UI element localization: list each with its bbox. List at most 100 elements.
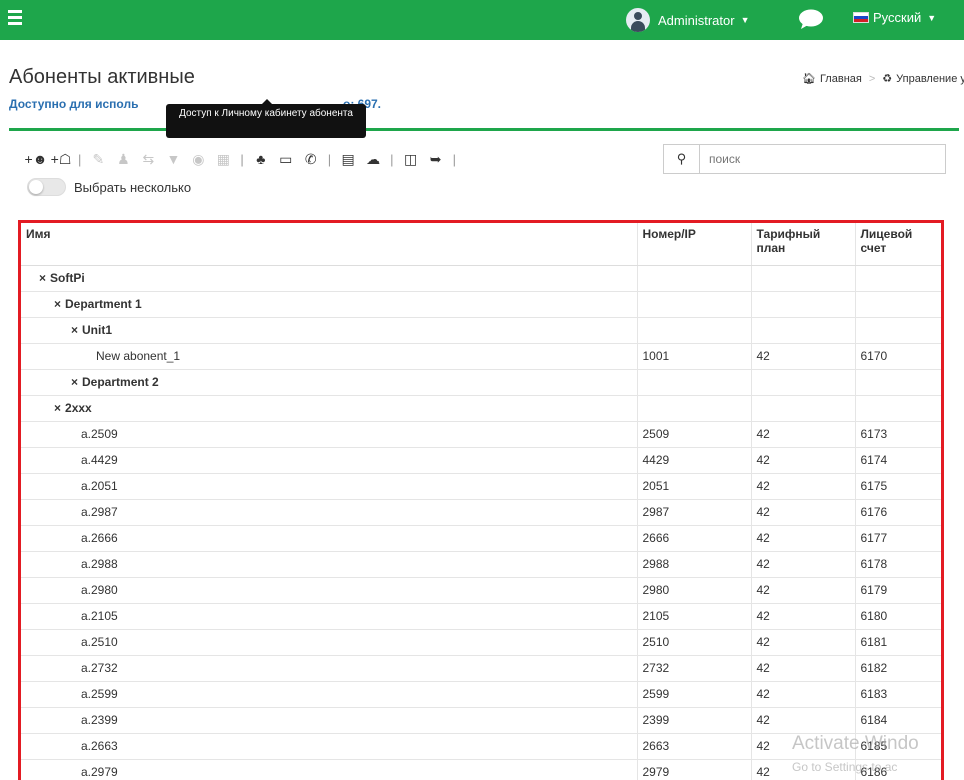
cell-account: 6180 xyxy=(855,603,941,630)
table-row[interactable]: a.2732 2732 42 6182 xyxy=(21,655,941,682)
add-group-icon[interactable]: +☖ xyxy=(51,151,72,167)
cell-number: 2988 xyxy=(637,551,752,578)
multi-select-toggle[interactable] xyxy=(27,178,66,196)
cell-account: 6179 xyxy=(855,577,941,604)
name-cell: a.4429 xyxy=(21,447,638,474)
file-icon[interactable]: ▤ xyxy=(340,151,356,167)
available-count-text: Доступно для исполь o: 697. xyxy=(9,97,381,111)
cell-tariff: 42 xyxy=(751,525,856,552)
table-row[interactable]: a.2105 2105 42 6180 xyxy=(21,603,941,630)
name-cell: a.2980 xyxy=(21,577,638,604)
add-user-icon[interactable]: +☻ xyxy=(25,151,48,167)
language-menu[interactable]: Русский ▼ xyxy=(853,10,936,25)
table-row[interactable]: a.2666 2666 42 6177 xyxy=(21,525,941,552)
globe-icon[interactable]: ◉ xyxy=(190,151,206,167)
table-row[interactable]: × Department 1 xyxy=(21,291,941,318)
cell-number: 2987 xyxy=(637,499,752,526)
cell-account xyxy=(855,291,941,318)
column-header-account[interactable]: Лицевой счет xyxy=(855,223,941,266)
user-name: Administrator xyxy=(658,12,735,28)
column-header-name[interactable]: Имя xyxy=(21,223,638,266)
user-menu[interactable]: Administrator ▼ xyxy=(626,8,750,32)
search-icon[interactable]: ⚲ xyxy=(664,145,700,173)
breadcrumb-home[interactable]: Главная xyxy=(820,73,862,85)
breadcrumb: 🏠︎ Главная > ♻ Управление узлами > xyxy=(802,72,964,86)
edit-icon[interactable]: ✎ xyxy=(90,151,106,167)
cell-tariff: 42 xyxy=(751,343,856,370)
row-name: a.2988 xyxy=(81,557,118,571)
table-row[interactable]: a.2399 2399 42 6184 xyxy=(21,707,941,734)
table-row[interactable]: × SoftPi xyxy=(21,265,941,292)
nodes-icon: ♻ xyxy=(882,73,893,85)
row-name: a.2051 xyxy=(81,479,118,493)
table-row[interactable]: a.2509 2509 42 6173 xyxy=(21,421,941,448)
cell-tariff: 42 xyxy=(751,421,856,448)
cell-tariff xyxy=(751,291,856,318)
row-name: New abonent_1 xyxy=(96,349,181,363)
cell-account: 6170 xyxy=(855,343,941,370)
cell-account: 6184 xyxy=(855,707,941,734)
table-row[interactable]: a.2599 2599 42 6183 xyxy=(21,681,941,708)
row-name: a.2509 xyxy=(81,427,118,441)
cell-tariff: 42 xyxy=(751,447,856,474)
cell-account: 6178 xyxy=(855,551,941,578)
monitor-icon[interactable]: ▭ xyxy=(278,151,294,167)
table-row[interactable]: a.2051 2051 42 6175 xyxy=(21,473,941,500)
table-row[interactable]: a.2980 2980 42 6179 xyxy=(21,577,941,604)
collapse-icon[interactable]: × xyxy=(39,271,46,285)
toolbar: +☻ +☖ | ✎ ♟ ⇆ ▼ ◉ ▦ | ♣ ▭ ✆ | ▤ ☁ | ◫ ➥ … xyxy=(25,148,456,170)
cell-account: 6173 xyxy=(855,421,941,448)
name-cell: a.2105 xyxy=(21,603,638,630)
group-icon[interactable]: ♣ xyxy=(253,151,269,167)
menu-toggle-icon[interactable] xyxy=(8,10,22,28)
cell-number xyxy=(637,369,752,396)
multi-select-label: Выбрать несколько xyxy=(74,179,192,195)
cell-tariff xyxy=(751,317,856,344)
cell-number: 2599 xyxy=(637,681,752,708)
trash-icon[interactable]: ▦ xyxy=(215,151,231,167)
table-row[interactable]: New abonent_1 1001 42 6170 xyxy=(21,343,941,370)
avatar xyxy=(626,8,650,32)
search-input[interactable] xyxy=(701,145,945,173)
column-header-number[interactable]: Номер/IP xyxy=(637,223,752,266)
cell-tariff: 42 xyxy=(751,603,856,630)
row-name: a.2732 xyxy=(81,661,118,675)
cell-tariff: 42 xyxy=(751,551,856,578)
russian-flag-icon xyxy=(853,12,869,23)
breadcrumb-nodes[interactable]: Управление узлами xyxy=(896,73,964,85)
cell-tariff: 42 xyxy=(751,473,856,500)
user-settings-icon[interactable]: ♟ xyxy=(115,151,131,167)
table-row[interactable]: × Unit1 xyxy=(21,317,941,344)
home-icon: 🏠︎ xyxy=(802,73,816,85)
filter-off-icon[interactable]: ▼ xyxy=(165,151,181,167)
transfer-icon[interactable]: ⇆ xyxy=(140,151,156,167)
row-name: a.2666 xyxy=(81,531,118,545)
cell-number xyxy=(637,317,752,344)
cell-number xyxy=(637,395,752,422)
columns-icon[interactable]: ◫ xyxy=(403,151,419,167)
abonents-table-frame: Имя Номер/IP Тарифный план Лицевой счет … xyxy=(18,220,944,780)
table-row[interactable]: × Department 2 xyxy=(21,369,941,396)
row-name: Unit1 xyxy=(82,323,113,337)
toolbar-separator: | xyxy=(327,151,332,167)
table-row[interactable]: a.4429 4429 42 6174 xyxy=(21,447,941,474)
cell-tariff: 42 xyxy=(751,499,856,526)
collapse-icon[interactable]: × xyxy=(71,375,78,389)
table-row[interactable]: a.2987 2987 42 6176 xyxy=(21,499,941,526)
toolbar-separator: | xyxy=(452,151,456,167)
collapse-icon[interactable]: × xyxy=(54,401,61,415)
chat-icon[interactable] xyxy=(798,9,824,29)
table-row[interactable]: a.2510 2510 42 6181 xyxy=(21,629,941,656)
column-header-tariff[interactable]: Тарифный план xyxy=(751,223,856,266)
multi-select-toggle-row: Выбрать несколько xyxy=(27,178,191,196)
cloud-upload-icon[interactable]: ☁ xyxy=(365,151,381,167)
table-row[interactable]: × 2xxx xyxy=(21,395,941,422)
export-icon[interactable]: ➥ xyxy=(428,151,444,167)
phone-icon[interactable]: ✆ xyxy=(303,151,319,167)
collapse-icon[interactable]: × xyxy=(71,323,78,337)
name-cell: New abonent_1 xyxy=(21,343,638,370)
name-cell: a.2599 xyxy=(21,681,638,708)
cell-account xyxy=(855,369,941,396)
collapse-icon[interactable]: × xyxy=(54,297,61,311)
table-row[interactable]: a.2988 2988 42 6178 xyxy=(21,551,941,578)
